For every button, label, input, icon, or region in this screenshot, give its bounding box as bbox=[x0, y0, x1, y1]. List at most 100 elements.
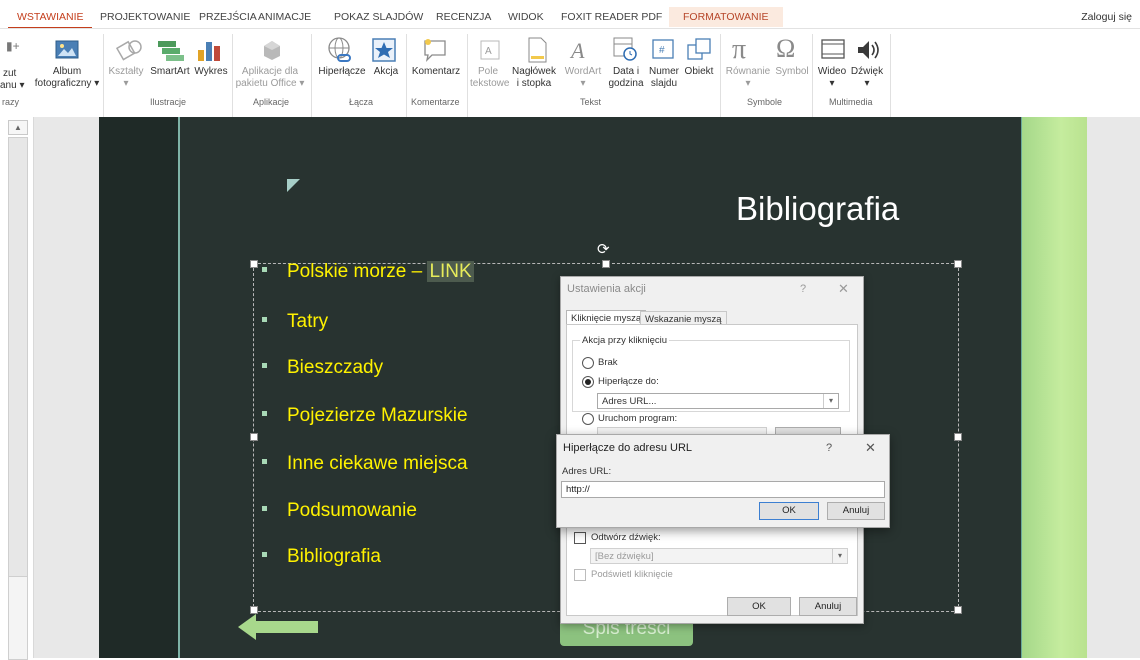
separator bbox=[232, 34, 233, 118]
wordart-button[interactable]: WordArt ▾ bbox=[562, 66, 604, 90]
ok-button[interactable]: OK bbox=[759, 502, 819, 520]
separator bbox=[890, 34, 891, 118]
chart-button[interactable]: Wykres bbox=[192, 66, 230, 78]
tab-foxit-reader-pdf[interactable]: FOXIT READER PDF bbox=[561, 11, 662, 23]
rotate-handle-icon[interactable]: ⟳ bbox=[597, 240, 610, 258]
ok-button[interactable]: OK bbox=[727, 597, 791, 616]
object-icon bbox=[686, 37, 712, 66]
tab-pokaz-slajdow[interactable]: POKAZ SLAJDÓW bbox=[334, 11, 423, 23]
bullet-marker bbox=[262, 459, 267, 465]
scrollbar-thumb[interactable] bbox=[8, 576, 28, 660]
sound-select[interactable]: [Bez dźwięku] ▾ bbox=[590, 548, 848, 564]
audio-button[interactable]: Dźwięk ▾ bbox=[848, 66, 886, 90]
highlight-click-checkbox[interactable] bbox=[574, 569, 586, 581]
dialog-title: Hiperłącze do adresu URL bbox=[563, 442, 693, 454]
bullet-marker bbox=[262, 267, 267, 273]
tab-recenzja[interactable]: RECENZJA bbox=[436, 11, 491, 23]
anu-label: anu ▾ bbox=[0, 80, 25, 91]
close-icon[interactable]: ✕ bbox=[838, 281, 849, 297]
hyperlink-select[interactable]: Adres URL... ▾ bbox=[597, 393, 839, 409]
cancel-button[interactable]: Anuluj bbox=[827, 502, 885, 520]
tab-wstawianie[interactable]: WSTAWIANIE bbox=[17, 11, 84, 23]
bullet-item[interactable]: Podsumowanie bbox=[262, 500, 417, 522]
zut-label: zut bbox=[3, 68, 17, 79]
dialog-title: Ustawienia akcji bbox=[567, 283, 646, 295]
resize-handle[interactable] bbox=[250, 433, 258, 441]
link-text[interactable]: LINK bbox=[427, 261, 474, 282]
svg-text:#: # bbox=[659, 45, 665, 56]
bullet-item[interactable]: Pojezierze Mazurskie bbox=[262, 405, 468, 427]
slide-number-icon: # bbox=[651, 37, 675, 66]
action-icon bbox=[371, 37, 397, 68]
svg-text:A: A bbox=[569, 38, 585, 62]
tab-widok[interactable]: WIDOK bbox=[508, 11, 544, 23]
scrollbar-track[interactable] bbox=[8, 137, 28, 579]
separator bbox=[406, 34, 407, 118]
bullet-item[interactable]: Bibliografia bbox=[262, 546, 381, 568]
tab-formatowanie[interactable]: FORMATOWANIE bbox=[669, 7, 783, 27]
smartart-button[interactable]: SmartArt bbox=[148, 66, 192, 78]
slide-number-button[interactable]: Numer slajdu bbox=[646, 66, 682, 90]
highlight-click-label: Podświetl kliknięcie bbox=[591, 569, 673, 580]
action-button[interactable]: Akcja bbox=[370, 66, 402, 78]
bullet-item[interactable]: Tatry bbox=[262, 311, 328, 333]
symbol-icon: Ω bbox=[776, 34, 796, 63]
url-label: Adres URL: bbox=[562, 466, 612, 477]
scroll-up-button[interactable]: ▲ bbox=[8, 120, 28, 135]
play-sound-checkbox[interactable] bbox=[574, 532, 586, 544]
cancel-button[interactable]: Anuluj bbox=[799, 597, 857, 616]
radio-hyperlink-label: Hiperłącze do: bbox=[598, 376, 659, 387]
slide-divider-line bbox=[178, 117, 180, 658]
album-button[interactable]: Album fotograficzny ▾ bbox=[32, 66, 102, 90]
shapes-button[interactable]: Kształty ▾ bbox=[106, 66, 146, 90]
symbol-button[interactable]: Symbol bbox=[774, 66, 810, 78]
group-komentarze: Komentarze bbox=[411, 97, 460, 107]
group-ilustracje: Ilustracje bbox=[150, 97, 187, 107]
date-time-button[interactable]: Data i godzina bbox=[606, 66, 646, 90]
chevron-down-icon: ▾ bbox=[823, 394, 838, 408]
chevron-down-icon: ▾ bbox=[832, 549, 847, 563]
separator bbox=[812, 34, 813, 118]
back-arrow-shape[interactable] bbox=[238, 614, 320, 645]
tab-projektowanie[interactable]: PROJEKTOWANIE bbox=[100, 11, 190, 23]
tab-animacje[interactable]: ANIMACJE bbox=[258, 11, 311, 23]
resize-handle[interactable] bbox=[250, 606, 258, 614]
bullet-marker bbox=[262, 317, 267, 323]
resize-handle[interactable] bbox=[954, 260, 962, 268]
separator bbox=[720, 34, 721, 118]
close-icon[interactable]: ✕ bbox=[865, 440, 876, 456]
bullet-item[interactable]: Polskie morze – LINK bbox=[262, 261, 474, 283]
url-input[interactable]: http:// bbox=[561, 481, 885, 498]
bullet-item[interactable]: Bieszczady bbox=[262, 357, 383, 379]
object-button[interactable]: Obiekt bbox=[682, 66, 716, 78]
wordart-icon: A bbox=[568, 38, 592, 67]
hyperlink-button[interactable]: Hiperłącze bbox=[314, 66, 370, 78]
resize-handle[interactable] bbox=[250, 260, 258, 268]
chart-icon bbox=[196, 38, 222, 67]
textbox-icon: A bbox=[478, 38, 502, 67]
resize-handle[interactable] bbox=[954, 433, 962, 441]
tab-przejscia[interactable]: PRZEJŚCIA bbox=[199, 11, 257, 23]
header-footer-button[interactable]: Nagłówek i stopka bbox=[510, 66, 558, 90]
video-button[interactable]: Wideo ▾ bbox=[814, 66, 850, 90]
equation-button[interactable]: Równanie ▾ bbox=[722, 66, 774, 90]
help-button[interactable]: ? bbox=[800, 283, 806, 295]
radio-run-program[interactable] bbox=[582, 413, 594, 425]
help-button[interactable]: ? bbox=[826, 442, 832, 454]
radio-none[interactable] bbox=[582, 357, 594, 369]
resize-handle[interactable] bbox=[954, 606, 962, 614]
equation-icon: π bbox=[732, 34, 747, 65]
slide-corner-triangle bbox=[287, 179, 300, 192]
textbox-button[interactable]: Pole tekstowe bbox=[470, 66, 509, 90]
sign-in-link[interactable]: Zaloguj się bbox=[1081, 11, 1132, 23]
slide-right-band bbox=[1022, 117, 1087, 658]
slide-title[interactable]: Bibliografia bbox=[736, 190, 899, 228]
comment-button[interactable]: Komentarz bbox=[408, 66, 464, 78]
resize-handle[interactable] bbox=[602, 260, 610, 268]
separator bbox=[311, 34, 312, 118]
bullet-item[interactable]: Inne ciekawe miejsca bbox=[262, 453, 468, 475]
office-apps-button[interactable]: Aplikacje dla pakietu Office ▾ bbox=[235, 66, 305, 90]
new-slide-icon[interactable]: ▮+ bbox=[6, 40, 20, 52]
radio-hyperlink[interactable] bbox=[582, 376, 594, 388]
play-sound-label: Odtwórz dźwięk: bbox=[591, 532, 661, 543]
